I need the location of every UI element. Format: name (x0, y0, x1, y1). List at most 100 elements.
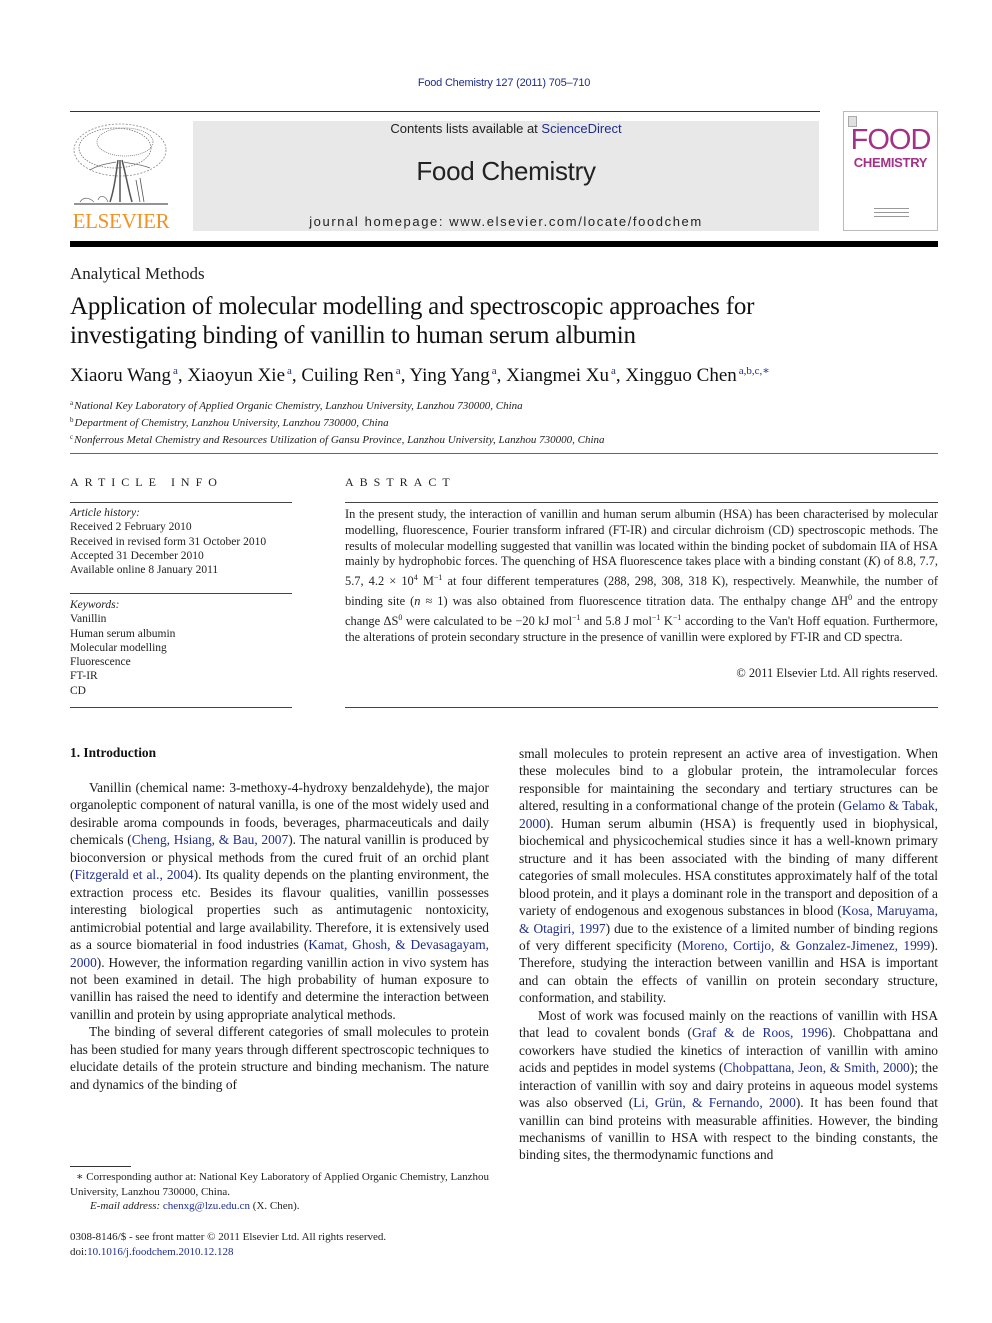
affiliation: bDepartment of Chemistry, Lanzhou Univer… (70, 413, 605, 430)
author-affiliation-link[interactable]: a,b,c,∗ (739, 365, 770, 377)
affiliation-mark: c (70, 433, 74, 441)
issn-line: 0308-8146/$ - see front matter © 2011 El… (70, 1231, 387, 1243)
doi-line: doi:10.1016/j.foodchem.2010.12.128 (70, 1245, 386, 1260)
sciencedirect-link[interactable]: ScienceDirect (541, 121, 621, 136)
corresponding-author-footnote: ∗ Corresponding author at: National Key … (70, 1170, 489, 1214)
keyword: FT-IR (70, 670, 98, 683)
abstract-copyright: © 2011 Elsevier Ltd. All rights reserved… (736, 666, 938, 680)
doi-prefix: doi: (70, 1245, 88, 1258)
author: Xiaoru Wang (70, 365, 172, 386)
email-label: E-mail address: (90, 1200, 163, 1212)
keyword: Human serum albumin (70, 627, 176, 640)
affiliation: aNational Key Laboratory of Applied Orga… (70, 396, 605, 413)
affiliation-text: Nonferrous Metal Chemistry and Resources… (74, 434, 605, 446)
introduction-heading: 1. Introduction (70, 745, 157, 760)
abstract-heading: ABSTRACT (345, 475, 456, 489)
title-line-1: Application of molecular modelling and s… (70, 293, 755, 320)
keyword: CD (70, 684, 86, 697)
body-paragraph: The binding of several different categor… (70, 1023, 489, 1093)
abstract-sup: −1 (572, 613, 581, 623)
affiliation-text: National Key Laboratory of Applied Organ… (74, 400, 523, 412)
email-suffix: (X. Chen). (250, 1200, 300, 1212)
keyword: Molecular modelling (70, 641, 167, 654)
author-affiliation-link[interactable]: a (492, 365, 497, 377)
abstract-seg: and 5.8 J mol (580, 614, 652, 629)
header-rule (70, 111, 820, 112)
journal-masthead: Contents lists available at ScienceDirec… (193, 121, 819, 231)
journal-cover-thumbnail[interactable]: FOOD CHEMISTRY (843, 111, 938, 231)
citation-link[interactable]: Moreno, Cortijo, & Gonzalez-Jimenez, 199… (682, 938, 930, 953)
elsevier-logo[interactable]: ELSEVIER (70, 120, 172, 233)
body-paragraph: small molecules to protein represent an … (519, 745, 938, 1007)
affiliation: cNonferrous Metal Chemistry and Resource… (70, 430, 605, 447)
history-entry: Accepted 31 December 2010 (70, 549, 204, 562)
abstract-seg: M (417, 574, 434, 589)
author: Xiangmei Xu (506, 365, 610, 386)
article-history: Article history: Received 2 February 201… (70, 506, 266, 577)
cover-title-chemistry: CHEMISTRY (853, 155, 928, 170)
author-affiliation-link[interactable]: a (611, 365, 616, 377)
affiliation-mark: b (70, 416, 74, 424)
abstract-seg: ≈ 1) was also obtained from fluorescence… (420, 594, 849, 609)
journal-title: Food Chemistry (416, 156, 596, 186)
author: Ying Yang (409, 365, 490, 386)
abstract-rule (345, 707, 938, 708)
body-column-left: Vanillin (chemical name: 3-methoxy-4-hyd… (70, 779, 489, 1093)
author-affiliation-link[interactable]: a (396, 365, 401, 377)
author: Cuiling Ren (301, 365, 394, 386)
corresponding-author-note: ∗ Corresponding author at: National Key … (70, 1170, 489, 1199)
affiliations: aNational Key Laboratory of Applied Orga… (70, 396, 605, 447)
affiliation-mark: a (70, 399, 74, 407)
citation-link[interactable]: Li, Grün, & Fernando, 2000 (633, 1095, 796, 1110)
keyword: Fluorescence (70, 656, 131, 669)
article-info-rule (70, 502, 292, 503)
history-entry: Available online 8 January 2011 (70, 564, 219, 577)
body-column-right: small molecules to protein represent an … (519, 745, 938, 1164)
author-affiliation-link[interactable]: a (287, 365, 292, 377)
issn-block: 0308-8146/$ - see front matter © 2011 El… (70, 1230, 386, 1259)
body-text: The binding of several different categor… (70, 1024, 489, 1092)
footnote-text: Corresponding author at: National Key La… (70, 1171, 489, 1198)
author-list: Xiaoru Wang a, Xiaoyun Xie a, Cuiling Ren a… (70, 365, 770, 386)
history-entry: Received in revised form 31 October 2010 (70, 535, 267, 548)
affiliation-text: Department of Chemistry, Lanzhou Univers… (74, 417, 389, 429)
contents-prefix: Contents lists available at (390, 121, 542, 136)
email-link[interactable]: chenxg@lzu.edu.cn (163, 1200, 250, 1212)
abstract-rule (345, 502, 938, 503)
email-line: E-mail address: chenxg@lzu.edu.cn (X. Ch… (70, 1199, 489, 1214)
abstract-seg: were calculated to be −20 kJ mol (402, 614, 573, 629)
citation-link[interactable]: Cheng, Hsiang, & Bau, 2007 (132, 832, 289, 847)
title-line-2: investigating binding of vanillin to hum… (70, 322, 636, 349)
history-entry: Received 2 February 2010 (70, 521, 192, 534)
journal-homepage-link[interactable]: journal homepage: www.elsevier.com/locat… (193, 214, 819, 229)
cover-publisher-lines (874, 208, 909, 220)
article-history-label: Article history: (70, 507, 140, 519)
article-info-rule (70, 707, 292, 708)
abstract-seg: K (660, 614, 673, 629)
citation-link[interactable]: Fitzgerald et al., 2004 (74, 867, 193, 882)
abstract-seg: In the present study, the interaction of… (345, 507, 938, 569)
elsevier-tree-icon (73, 123, 168, 205)
keywords: Keywords: Vanillin Human serum albumin M… (70, 598, 175, 698)
article-info-heading: ARTICLE INFO (70, 475, 223, 489)
section-label: Analytical Methods (70, 264, 205, 283)
abstract-text: In the present study, the interaction of… (345, 507, 938, 646)
doi-link[interactable]: 10.1016/j.foodchem.2010.12.128 (87, 1246, 233, 1258)
cover-title-food: FOOD (850, 124, 932, 156)
article-title: Application of molecular modelling and s… (70, 292, 930, 350)
masthead-rule (70, 241, 938, 247)
author: Xiaoyun Xie (187, 365, 286, 386)
keyword: Vanillin (70, 613, 107, 626)
citation-link[interactable]: Graf & de Roos, 1996 (692, 1025, 828, 1040)
article-info-rule (70, 593, 292, 594)
front-matter-rule (70, 453, 938, 454)
body-paragraph: Most of work was focused mainly on the r… (519, 1007, 938, 1164)
author-affiliation-link[interactable]: a (173, 365, 178, 377)
citation-link[interactable]: Chobpattana, Jeon, & Smith, 2000 (723, 1060, 909, 1075)
author: Xingguo Chen (625, 365, 737, 386)
body-text: ). However, the information regarding va… (70, 954, 489, 1022)
body-paragraph: Vanillin (chemical name: 3-methoxy-4-hyd… (70, 779, 489, 1023)
contents-line: Contents lists available at ScienceDirec… (193, 121, 819, 136)
keywords-label: Keywords: (70, 599, 120, 611)
journal-citation-link[interactable]: Food Chemistry 127 (2011) 705–710 (0, 77, 992, 89)
